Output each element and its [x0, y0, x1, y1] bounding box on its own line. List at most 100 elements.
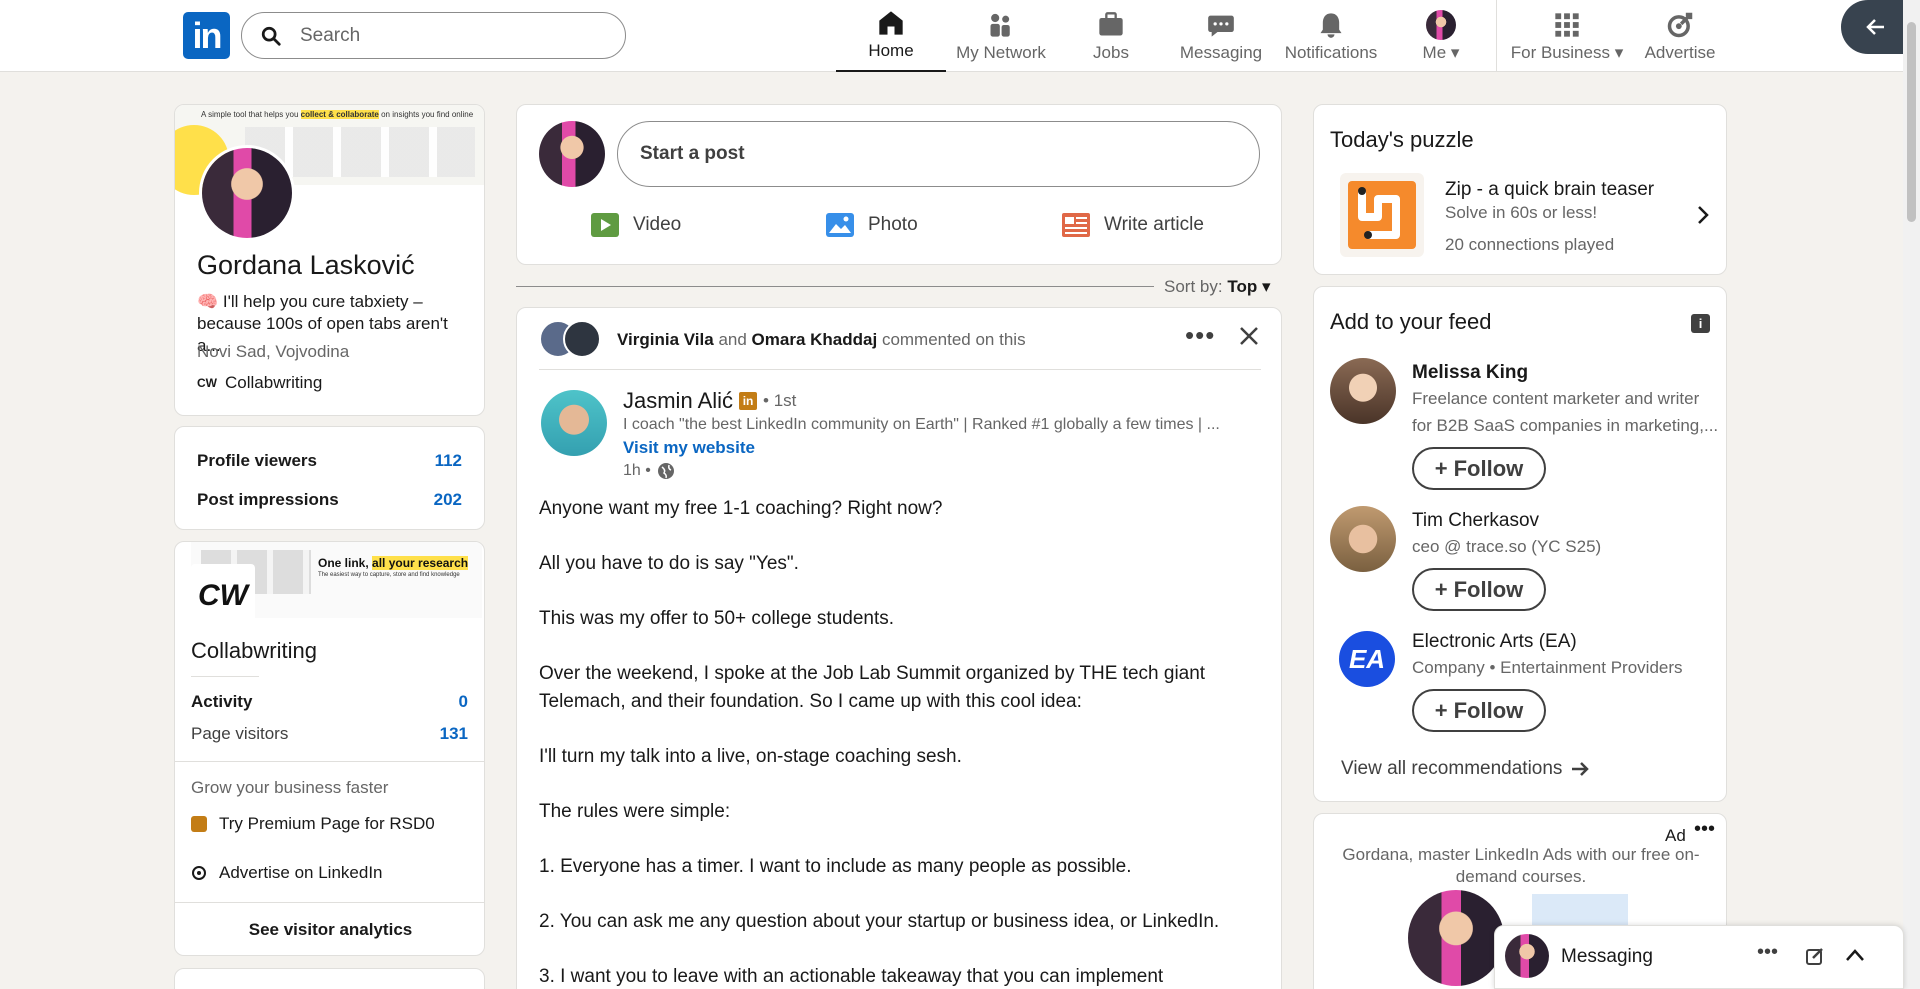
- ad-avatar: [1408, 890, 1504, 986]
- recommendation-name[interactable]: Electronic Arts (EA): [1412, 631, 1577, 653]
- recommendation-description: Company • Entertainment Providers: [1412, 658, 1683, 677]
- ea-logo-icon[interactable]: EA: [1339, 631, 1395, 687]
- messaging-more-icon[interactable]: •••: [1757, 941, 1778, 964]
- company-page-card: One link, all your research The easiest …: [174, 541, 485, 956]
- video-icon: [591, 213, 619, 237]
- tim-cherkasov-avatar[interactable]: [1330, 506, 1396, 572]
- collabwriting-page-logo[interactable]: CW: [191, 564, 255, 628]
- visit-website-link[interactable]: Visit my website: [623, 438, 755, 458]
- post-time: 1h •: [623, 462, 675, 480]
- feed-post: Virginia Vila and Omara Khaddaj commente…: [516, 307, 1282, 989]
- compose-message-icon[interactable]: [1805, 946, 1825, 966]
- nav-advertise[interactable]: Advertise: [1632, 0, 1728, 72]
- linkedin-logo-icon[interactable]: in: [183, 12, 230, 59]
- nav-messaging-label: Messaging: [1179, 43, 1263, 62]
- messaging-label[interactable]: Messaging: [1561, 946, 1653, 968]
- nav-messaging[interactable]: Messaging: [1166, 0, 1276, 72]
- see-visitor-analytics-button[interactable]: See visitor analytics: [175, 920, 484, 940]
- puzzle-description: Solve in 60s or less!: [1445, 203, 1598, 222]
- stats-card: Profile viewers 112 Post impressions 202: [174, 426, 485, 530]
- profile-viewers-label[interactable]: Profile viewers: [197, 451, 317, 471]
- ad-text: Gordana, master LinkedIn Ads with our fr…: [1342, 845, 1700, 886]
- profile-company[interactable]: CW Collabwriting: [197, 373, 322, 393]
- social-context: Virginia Vila and Omara Khaddaj commente…: [617, 330, 1026, 350]
- next-left-card: [174, 968, 485, 989]
- try-premium-link[interactable]: Try Premium Page for RSD0: [191, 814, 435, 834]
- nav-for-business-label: For Business ▾: [1511, 43, 1623, 63]
- social-and: and: [718, 330, 747, 349]
- video-label: Video: [633, 214, 682, 235]
- follow-button[interactable]: + Follow: [1412, 447, 1546, 490]
- chevron-right-icon[interactable]: [1697, 205, 1709, 225]
- plus-icon: +: [1434, 455, 1448, 481]
- profile-viewers-value[interactable]: 112: [435, 451, 462, 471]
- recommendation-name[interactable]: Tim Cherkasov: [1412, 510, 1539, 532]
- search-input[interactable]: [300, 24, 600, 47]
- banner-tagline: A simple tool that helps you collect & c…: [201, 110, 473, 119]
- recommendation-name[interactable]: Melissa King: [1412, 362, 1528, 384]
- nav-me-text: Me: [1422, 43, 1447, 62]
- info-icon[interactable]: i: [1691, 314, 1710, 333]
- post-paragraph: 1. Everyone has a timer. I want to inclu…: [539, 856, 1132, 877]
- nav-notifications[interactable]: Notifications: [1276, 0, 1386, 72]
- scrollbar-thumb[interactable]: [1907, 22, 1916, 222]
- author-avatar[interactable]: [541, 390, 607, 456]
- caret-down-icon: ▾: [1261, 277, 1271, 296]
- post-paragraph: Anyone want my free 1-1 coaching? Right …: [539, 498, 943, 519]
- nav-notifications-label: Notifications: [1284, 43, 1378, 62]
- grid-icon: [1555, 13, 1579, 37]
- banner-tagline-b: collect & collaborate: [300, 110, 379, 119]
- follow-button[interactable]: + Follow: [1412, 689, 1546, 732]
- page-visitors-value[interactable]: 131: [440, 724, 468, 744]
- target-icon: [192, 866, 206, 880]
- nav-me[interactable]: Me ▾: [1386, 0, 1496, 72]
- activity-label[interactable]: Activity: [191, 692, 252, 712]
- view-all-recommendations-link[interactable]: View all recommendations: [1341, 758, 1590, 780]
- profile-name[interactable]: Gordana Lasković: [197, 250, 415, 281]
- activity-value[interactable]: 0: [459, 692, 468, 712]
- composer-avatar[interactable]: [539, 121, 605, 187]
- post-impressions-label[interactable]: Post impressions: [197, 490, 339, 510]
- post-impressions-value[interactable]: 202: [434, 490, 462, 510]
- page-section-divider: [175, 761, 484, 762]
- sort-control[interactable]: Sort by: Top ▾: [1164, 277, 1271, 297]
- more-options-icon[interactable]: •••: [1185, 320, 1215, 351]
- puzzle-title: Today's puzzle: [1330, 127, 1474, 152]
- write-article-button[interactable]: Write article: [1062, 213, 1204, 237]
- search-icon: [261, 26, 281, 46]
- commenter-avatars[interactable]: [539, 320, 601, 360]
- nav-my-network[interactable]: My Network: [946, 0, 1056, 72]
- sort-label: Sort by:: [1164, 277, 1223, 296]
- commenter-1-name[interactable]: Virginia Vila: [617, 330, 714, 349]
- author-name[interactable]: Jasmin Alić: [623, 388, 733, 414]
- chevron-up-icon[interactable]: [1845, 948, 1865, 962]
- messaging-bar[interactable]: Messaging •••: [1494, 925, 1904, 989]
- page-scrollbar[interactable]: [1903, 0, 1920, 989]
- page-visitors-label[interactable]: Page visitors: [191, 724, 288, 744]
- search-box[interactable]: [241, 12, 626, 59]
- close-icon[interactable]: [1239, 326, 1259, 346]
- page-name[interactable]: Collabwriting: [191, 638, 317, 664]
- start-post-button[interactable]: Start a post: [617, 121, 1260, 187]
- profile-avatar[interactable]: [199, 145, 295, 241]
- post-paragraph: The rules were simple:: [539, 801, 731, 822]
- photo-button[interactable]: Photo: [826, 213, 918, 237]
- recommendation-description: ceo @ trace.so (YC S25): [1412, 537, 1602, 556]
- advertise-link[interactable]: Advertise on LinkedIn: [191, 863, 383, 883]
- nav-for-business[interactable]: For Business ▾: [1502, 0, 1632, 72]
- video-button[interactable]: Video: [591, 213, 681, 237]
- commenter-2-name[interactable]: Omara Khaddaj: [752, 330, 878, 349]
- ad-more-options-icon[interactable]: •••: [1694, 818, 1715, 841]
- follow-button[interactable]: + Follow: [1412, 568, 1546, 611]
- recommendation-description: for B2B SaaS companies in marketing,...: [1412, 416, 1719, 435]
- photo-icon: [826, 213, 854, 237]
- arrow-right-icon: [1572, 762, 1590, 776]
- melissa-king-avatar[interactable]: [1330, 358, 1396, 424]
- post-composer: Start a post Video Photo Write article: [516, 104, 1282, 265]
- puzzle-card[interactable]: Today's puzzle Zip - a quick brain tease…: [1313, 104, 1727, 275]
- nav-jobs[interactable]: Jobs: [1056, 0, 1166, 72]
- grow-business-text: Grow your business faster: [191, 778, 389, 797]
- nav-home[interactable]: Home: [836, 0, 946, 72]
- puzzle-played-count: 20 connections played: [1445, 235, 1615, 254]
- post-time-label: 1h •: [623, 462, 651, 479]
